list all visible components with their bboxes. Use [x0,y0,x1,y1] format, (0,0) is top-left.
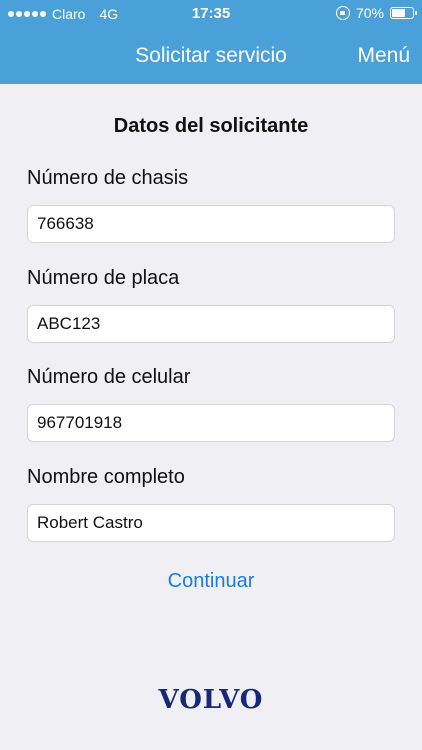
continue-button[interactable]: Continuar [0,570,422,593]
full-name-input[interactable] [27,504,395,542]
rotation-lock-icon [335,6,350,20]
volvo-logo: VOLVO [158,685,264,715]
section-title: Datos del solicitante [113,115,309,137]
battery-level-fill [392,9,405,17]
cellphone-number-input[interactable] [27,404,395,442]
chassis-number-input[interactable] [27,205,395,243]
status-right: 70% [335,5,417,21]
cellphone-number-label: Número de celular [27,366,191,388]
battery-percent: 70% [355,5,384,21]
chassis-number-label: Número de chasis [27,167,189,189]
battery-icon [390,7,417,19]
status-bar: Claro 4G 17:35 70% [0,0,422,28]
full-name-label: Nombre completo [27,466,185,488]
app-header: Claro 4G 17:35 70% Solicitar servicio Me… [0,0,422,84]
menu-button[interactable]: Menú [357,44,410,68]
plate-number-input[interactable] [27,305,395,343]
plate-number-label: Número de placa [27,267,180,289]
